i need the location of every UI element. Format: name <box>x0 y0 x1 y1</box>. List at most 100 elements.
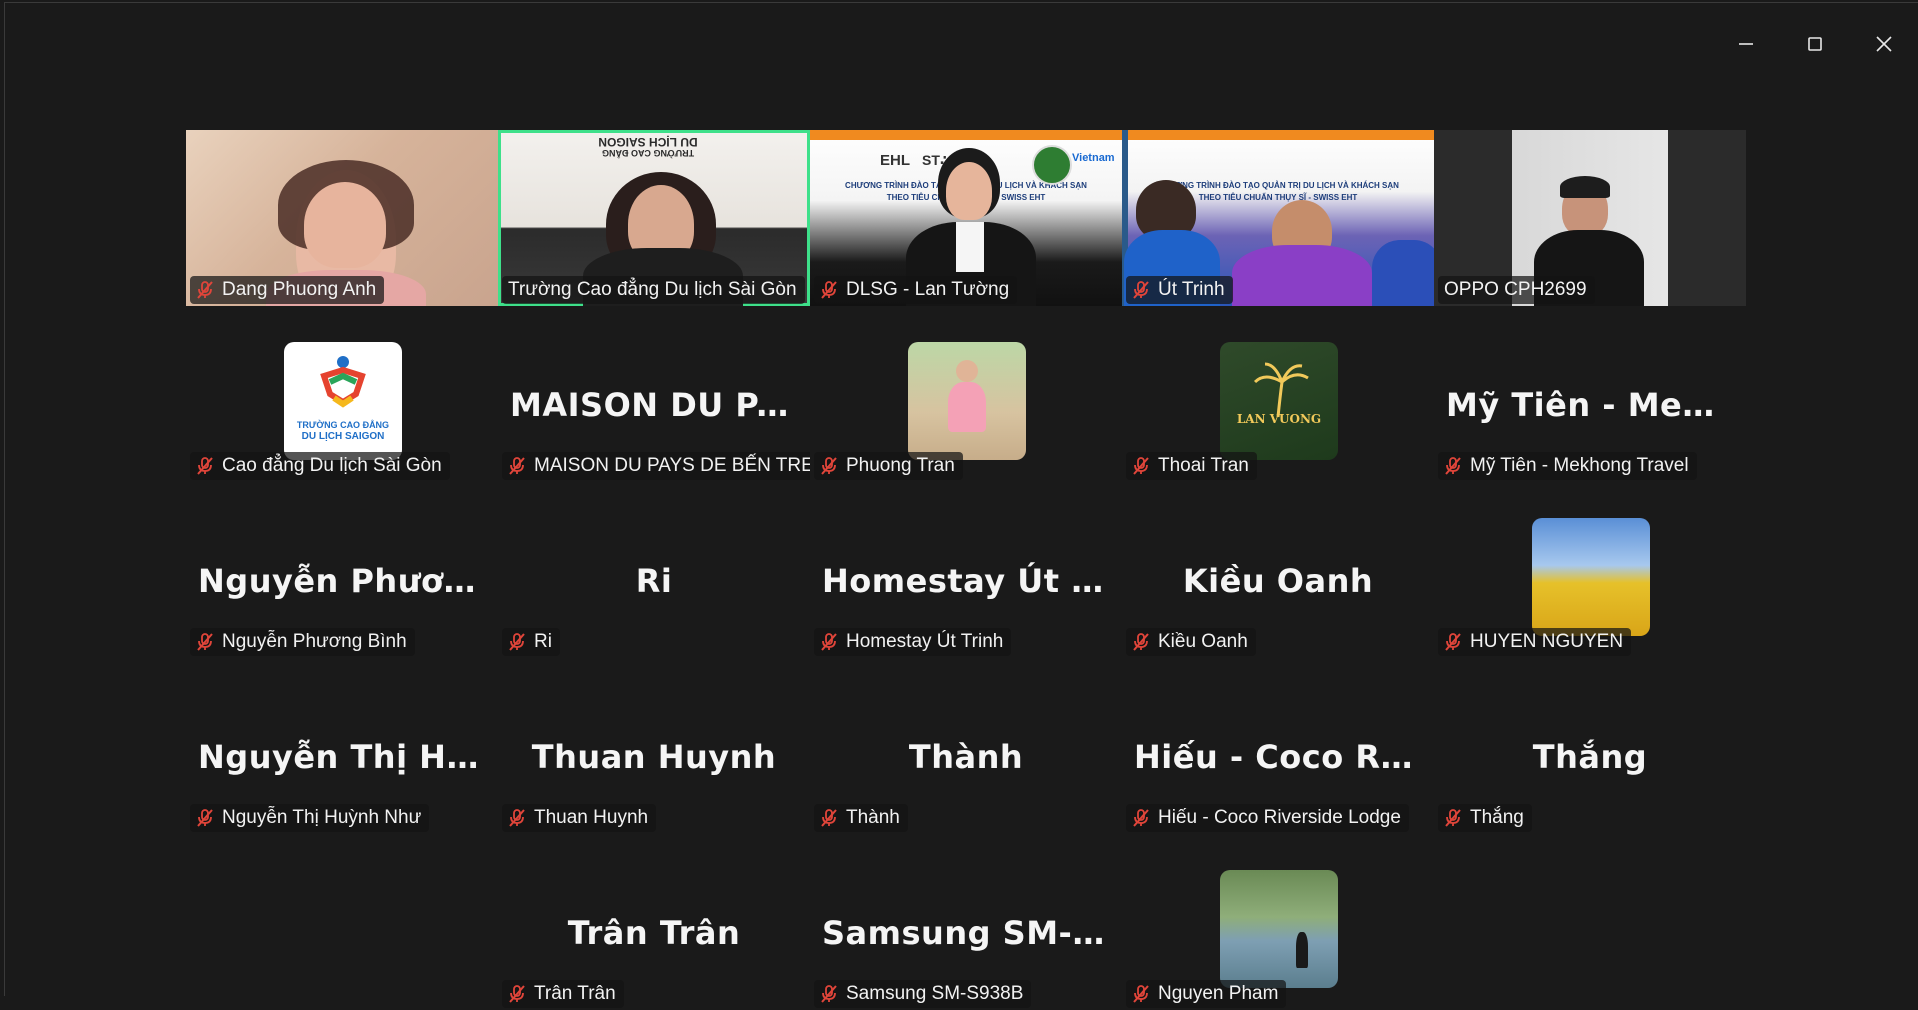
palm-tree-icon <box>1253 362 1309 418</box>
participant-name: DLSG - Lan Tường <box>846 279 1010 300</box>
school-logo-avatar: TRƯỜNG CAO ĐẲNG DU LỊCH SAIGON <box>284 342 402 460</box>
meeting-window: Dang Phuong Anh TRƯỜNG CAO ĐẲNG DU LỊCH … <box>4 2 1918 1010</box>
participant-name: Kiều Oanh <box>1158 631 1248 652</box>
participant-name: Thuan Huynh <box>534 807 649 828</box>
banner-text: TRƯỜNG CAO ĐẲNG DU LỊCH SAIGON <box>598 135 698 158</box>
logo-text: TRƯỜNG CAO ĐẲNG DU LỊCH SAIGON <box>296 420 390 442</box>
participant-tile[interactable]: Hiếu - Coco Riv... Hiếu - Coco Riverside … <box>1122 658 1434 834</box>
participant-tile[interactable]: HUYEN NGUYEN <box>1434 482 1746 658</box>
close-icon <box>1875 35 1893 58</box>
participant-display-name: Trân Trân <box>567 914 741 952</box>
participant-label: Phuong Tran <box>814 452 963 480</box>
participant-display-name: Kiều Oanh <box>1182 562 1374 600</box>
participant-tile[interactable]: Trân Trân Trân Trân <box>498 834 810 1010</box>
participant-name: Trân Trân <box>534 983 616 1004</box>
participant-label: Thành <box>814 804 908 832</box>
participant-name: Phuong Tran <box>846 455 955 476</box>
participant-tile[interactable]: TRƯỜNG CAO ĐẲNG DU LỊCH SAIGON Cao đẳng Du… <box>186 306 498 482</box>
logo-text: LAN VUONG <box>1236 412 1322 426</box>
mic-muted-icon <box>820 808 838 828</box>
profile-photo-avatar <box>1532 518 1650 636</box>
mic-muted-icon <box>508 808 526 828</box>
participant-name: Thoai Tran <box>1158 455 1249 476</box>
participant-tile[interactable]: Phuong Tran <box>810 306 1122 482</box>
participant-display-name: Nguyễn Thị Hu... <box>198 738 498 776</box>
participant-label: OPPO CPH2699 <box>1438 276 1595 304</box>
participant-label: Dang Phuong Anh <box>190 276 385 304</box>
slide-logo-icon <box>1032 145 1072 185</box>
participant-name: Nguyễn Thị Huỳnh Như <box>222 807 422 828</box>
video-tile[interactable]: CHƯƠNG TRÌNH ĐÀO TẠO QUẢN TRỊ DU LỊCH VÀ… <box>1122 130 1434 306</box>
participant-name: Cao đẳng Du lịch Sài Gòn <box>222 455 442 476</box>
participant-tile[interactable]: LAN VUONG Thoai Tran <box>1122 306 1434 482</box>
participant-label: Nguyen Pham <box>1126 980 1287 1008</box>
participant-label: Kiều Oanh <box>1126 628 1256 656</box>
video-tile-active-speaker[interactable]: TRƯỜNG CAO ĐẲNG DU LỊCH SAIGON Trường Ca… <box>498 130 810 306</box>
mic-muted-icon <box>508 632 526 652</box>
participant-label: Samsung SM-S938B <box>814 980 1032 1008</box>
participant-tile[interactable]: Nguyen Pham <box>1122 834 1434 1010</box>
video-tile[interactable]: OPPO CPH2699 <box>1434 130 1746 306</box>
mic-muted-icon <box>196 280 214 300</box>
participant-display-name: Thắng <box>1532 738 1648 776</box>
participant-label: Thoai Tran <box>1126 452 1257 480</box>
participant-label: Thuan Huynh <box>502 804 657 832</box>
participant-display-name: Thuan Huynh <box>531 738 777 776</box>
participant-tile[interactable]: Nguyễn Phươn... Nguyễn Phương Bình <box>186 482 498 658</box>
participant-display-name: Nguyễn Phươn... <box>198 562 498 600</box>
mic-muted-icon <box>196 808 214 828</box>
participant-label: Nguyễn Phương Bình <box>190 628 415 656</box>
participant-label: Mỹ Tiên - Mekhong Travel <box>1438 452 1697 480</box>
close-button[interactable] <box>1869 31 1899 61</box>
mic-muted-icon <box>196 632 214 652</box>
participant-name: OPPO CPH2699 <box>1444 279 1587 300</box>
participant-tile[interactable]: Nguyễn Thị Hu... Nguyễn Thị Huỳnh Như <box>186 658 498 834</box>
mic-muted-icon <box>196 456 214 476</box>
participant-tile[interactable]: Ri Ri <box>498 482 810 658</box>
participant-name: Trường Cao đẳng Du lịch Sài Gòn <box>508 279 797 300</box>
mic-muted-icon <box>1132 280 1150 300</box>
participant-label: Út Trinh <box>1126 276 1233 304</box>
mic-muted-icon <box>1132 984 1150 1004</box>
participant-label: Nguyễn Thị Huỳnh Như <box>190 804 430 832</box>
mic-muted-icon <box>1132 808 1150 828</box>
participant-tile[interactable]: MAISON DU PA... MAISON DU PAYS DE BẾN TRE <box>498 306 810 482</box>
mic-muted-icon <box>1132 456 1150 476</box>
profile-photo-avatar <box>908 342 1026 460</box>
people-logo-icon <box>320 356 366 408</box>
participant-name: Thành <box>846 807 900 828</box>
minimize-button[interactable] <box>1731 31 1761 61</box>
video-tile[interactable]: Dang Phuong Anh <box>186 130 498 306</box>
participant-display-name: Hiếu - Coco Riv... <box>1134 738 1434 776</box>
participant-label: Thắng <box>1438 804 1532 832</box>
participant-tile[interactable]: Thuan Huynh Thuan Huynh <box>498 658 810 834</box>
participant-tile[interactable]: Samsung SM-S... Samsung SM-S938B <box>810 834 1122 1010</box>
participant-tile[interactable]: Thành Thành <box>810 658 1122 834</box>
participant-label: Ri <box>502 628 560 656</box>
video-tile[interactable]: EHL ST∴SD Vietnam CHƯƠNG TRÌNH ĐÀO TẠO Q… <box>810 130 1122 306</box>
lan-vuong-logo-avatar: LAN VUONG <box>1220 342 1338 460</box>
participant-label: Trân Trân <box>502 980 624 1008</box>
participant-tile[interactable]: Thắng Thắng <box>1434 658 1746 834</box>
participant-label: DLSG - Lan Tường <box>814 276 1018 304</box>
participant-name: Út Trinh <box>1158 279 1225 300</box>
participant-display-name: Mỹ Tiên - Mekh... <box>1446 386 1746 424</box>
participant-name: Ri <box>534 631 552 652</box>
participant-name: Dang Phuong Anh <box>222 279 377 300</box>
mic-muted-icon <box>508 456 526 476</box>
participant-label: MAISON DU PAYS DE BẾN TRE <box>502 452 810 480</box>
participant-name: Nguyễn Phương Bình <box>222 631 407 652</box>
mic-muted-icon <box>820 456 838 476</box>
participant-tile[interactable]: Kiều Oanh Kiều Oanh <box>1122 482 1434 658</box>
participant-label: Homestay Út Trinh <box>814 628 1012 656</box>
participant-display-name: Homestay Út Tr... <box>822 562 1122 600</box>
participant-label: Hiếu - Coco Riverside Lodge <box>1126 804 1409 832</box>
participant-tile[interactable]: Mỹ Tiên - Mekh... Mỹ Tiên - Mekhong Trave… <box>1434 306 1746 482</box>
participant-name: Samsung SM-S938B <box>846 983 1024 1004</box>
participant-tile[interactable]: Homestay Út Tr... Homestay Út Trinh <box>810 482 1122 658</box>
mic-muted-icon <box>1132 632 1150 652</box>
maximize-button[interactable] <box>1800 31 1830 61</box>
participant-label: Cao đẳng Du lịch Sài Gòn <box>190 452 450 480</box>
minimize-icon <box>1737 35 1755 58</box>
participant-display-name: MAISON DU PA... <box>510 386 810 424</box>
